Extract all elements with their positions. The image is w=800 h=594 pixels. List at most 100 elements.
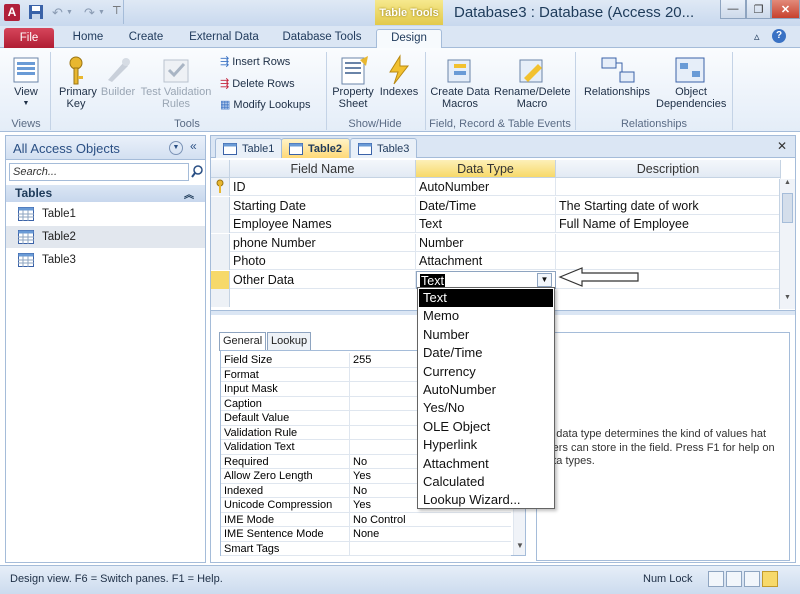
maximize-button[interactable]: ❐ [746,0,771,19]
tab-lookup[interactable]: Lookup [267,332,312,350]
chevron-down-icon[interactable]: ▼ [537,272,552,287]
scroll-down-icon[interactable]: ▼ [516,541,524,550]
scroll-thumb[interactable] [782,193,793,223]
modify-lookups-button[interactable]: ▦ Modify Lookups [220,98,310,112]
row-selector[interactable] [211,252,230,270]
nav-item-table1[interactable]: Table1 [6,203,205,225]
grid-vertical-scrollbar[interactable]: ▲ ▼ [779,179,795,309]
close-document-icon[interactable]: ✕ [777,139,787,153]
scroll-down-icon[interactable]: ▼ [784,294,791,301]
view-button[interactable]: View ▼ [6,54,46,110]
dropdown-option[interactable]: Attachment [419,455,553,473]
doc-tab-table2[interactable]: Table2 [281,138,351,158]
dropdown-option[interactable]: Number [419,326,553,344]
row-selector[interactable] [211,196,230,215]
property-sheet-button[interactable]: Property Sheet [330,54,376,110]
indexes-button[interactable]: Indexes [378,54,420,98]
dropdown-option[interactable]: Lookup Wizard... [419,491,553,509]
property-value[interactable]: No [353,456,367,468]
property-value[interactable]: Yes [353,470,371,482]
datasheet-view-icon[interactable] [708,571,724,587]
dropdown-option[interactable]: AutoNumber [419,381,553,399]
property-value[interactable]: Yes [353,499,371,511]
dropdown-option[interactable]: Memo [419,307,553,325]
redo-dropdown-icon[interactable]: ▼ [98,9,105,16]
property-value[interactable]: None [353,528,379,540]
table-row[interactable]: ID AutoNumber [211,178,781,196]
data-type-cell[interactable]: Number [416,233,556,252]
data-type-cell[interactable]: AutoNumber [416,178,556,196]
dropdown-option[interactable]: Date/Time [419,344,553,362]
create-data-macros-button[interactable]: Create Data Macros [428,54,492,110]
field-name-cell[interactable]: Starting Date [230,196,416,215]
dropdown-option[interactable]: OLE Object [419,418,553,436]
property-row[interactable]: Smart Tags [221,541,511,556]
tab-external-data[interactable]: External Data [182,29,266,48]
access-app-icon[interactable]: A [4,4,20,21]
row-selector[interactable] [211,178,230,196]
table-row[interactable]: Photo Attachment [211,252,781,270]
test-validation-rules-button[interactable]: Test Validation Rules [138,54,214,110]
rename-delete-macro-button[interactable]: Rename/Delete Macro [494,54,570,110]
table-row[interactable]: Starting Date Date/Time The Starting dat… [211,196,781,215]
tab-database-tools[interactable]: Database Tools [276,29,368,48]
close-button[interactable]: ✕ [771,0,800,19]
description-cell[interactable]: Full Name of Employee [556,215,781,233]
table-row[interactable]: Employee Names Text Full Name of Employe… [211,215,781,233]
nav-menu-chevron-icon[interactable]: ▼ [169,141,183,155]
tab-file[interactable]: File [4,28,54,48]
data-type-dropdown[interactable]: Text Memo Number Date/Time Currency AutoNumbe… [417,287,555,509]
description-cell[interactable] [556,178,781,196]
collapse-group-icon[interactable]: ︽ [184,186,194,201]
relationships-button[interactable]: Relationships [580,54,654,98]
primary-key-button[interactable]: Primary Key [54,54,98,110]
design-view-icon[interactable] [762,571,778,587]
tab-create[interactable]: Create [122,29,170,48]
customize-qat-icon[interactable]: ⊤ [112,4,122,17]
data-type-cell[interactable]: Text [416,215,556,233]
description-cell[interactable] [556,233,781,252]
nav-item-table2[interactable]: Table2 [6,226,205,248]
nav-pane-header[interactable]: All Access Objects ▼ « [6,136,205,160]
row-selector[interactable] [211,289,230,307]
doc-tab-table1[interactable]: Table1 [215,138,283,158]
object-dependencies-button[interactable]: Object Dependencies [656,54,726,110]
data-type-combo[interactable]: Text ▼ [416,270,556,289]
dropdown-option[interactable]: Text [419,289,553,308]
doc-tab-table3[interactable]: Table3 [350,138,418,158]
field-name-cell[interactable]: phone Number [230,233,416,252]
pivottable-view-icon[interactable] [726,571,742,587]
dropdown-option[interactable]: Hyperlink [419,436,553,454]
nav-item-table3[interactable]: Table3 [6,249,205,271]
field-name-cell[interactable]: Photo [230,252,416,270]
tab-general[interactable]: General [219,332,267,351]
table-row-current[interactable]: Other Data Text ▼ [211,270,781,289]
search-icon[interactable] [190,163,204,181]
property-value[interactable]: No [353,485,367,497]
data-type-cell[interactable]: Attachment [416,252,556,270]
undo-icon[interactable]: ↶ [52,5,63,21]
field-name-cell[interactable]: ID [230,178,416,196]
property-row[interactable]: IME Sentence Mode None [221,527,511,542]
property-row[interactable]: IME Mode No Control [221,512,511,527]
property-value[interactable]: No Control [353,514,406,526]
description-cell[interactable]: The Starting date of work [556,196,781,215]
help-icon[interactable]: ? [772,29,786,43]
field-name-cell[interactable]: Other Data [230,270,416,289]
minimize-ribbon-icon[interactable]: ▵ [754,30,760,43]
minimize-button[interactable]: — [720,0,746,19]
row-selector[interactable] [211,233,230,252]
table-row[interactable]: phone Number Number [211,233,781,252]
nav-group-tables[interactable]: Tables ︽ [6,185,205,202]
dropdown-option[interactable]: Calculated [419,473,553,491]
data-type-cell[interactable]: Date/Time [416,196,556,215]
row-selector[interactable] [211,270,230,289]
insert-rows-button[interactable]: ⇶ Insert Rows [220,55,290,69]
nav-search-input[interactable]: Search... [9,163,189,181]
shutter-bar-close-icon[interactable]: « [190,139,197,153]
delete-rows-button[interactable]: ⇶ Delete Rows [220,77,295,91]
save-icon[interactable] [28,4,44,20]
dropdown-option[interactable]: Currency [419,363,553,381]
field-name-cell[interactable]: Employee Names [230,215,416,233]
property-value[interactable]: 255 [353,354,371,366]
